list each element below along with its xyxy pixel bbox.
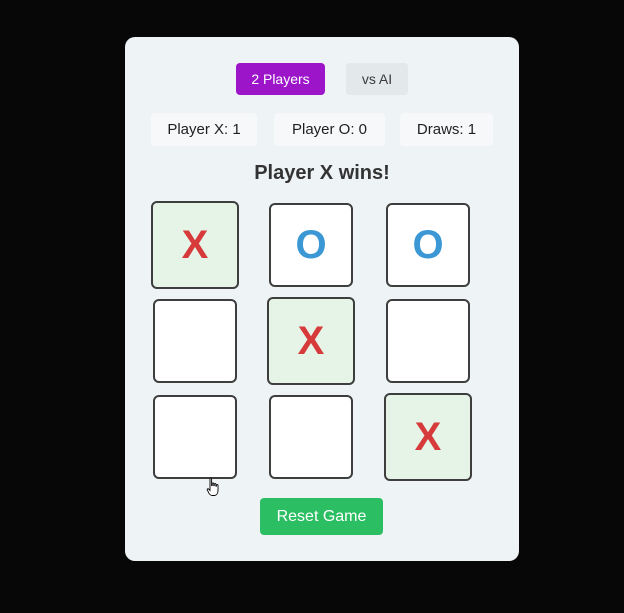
game-panel: 2 Players vs AI Player X: 1 Player O: 0 …	[125, 37, 519, 561]
two-players-button[interactable]: 2 Players	[236, 63, 325, 95]
board-cell-8[interactable]	[269, 395, 353, 479]
x-mark: X	[181, 223, 209, 267]
score-player-o: Player O: 0	[274, 113, 385, 146]
board-cell-5[interactable]: X	[267, 297, 355, 385]
board-cell-9[interactable]: X	[384, 393, 472, 481]
mode-selector: 2 Players vs AI	[125, 63, 519, 95]
reset-game-button[interactable]: Reset Game	[260, 498, 383, 535]
vs-ai-button[interactable]: vs AI	[346, 63, 408, 95]
x-mark: X	[297, 319, 325, 363]
score-draws: Draws: 1	[400, 113, 493, 146]
x-mark: X	[414, 415, 442, 459]
o-mark: O	[295, 223, 327, 267]
board-cell-6[interactable]	[386, 299, 470, 383]
score-player-x: Player X: 1	[151, 113, 257, 146]
board-cell-3[interactable]: O	[386, 203, 470, 287]
game-status: Player X wins!	[254, 162, 390, 184]
board-cell-4[interactable]	[153, 299, 237, 383]
board-cell-2[interactable]: O	[269, 203, 353, 287]
board-cell-7[interactable]	[153, 395, 237, 479]
o-mark: O	[412, 223, 444, 267]
board-cell-1[interactable]: X	[151, 201, 239, 289]
